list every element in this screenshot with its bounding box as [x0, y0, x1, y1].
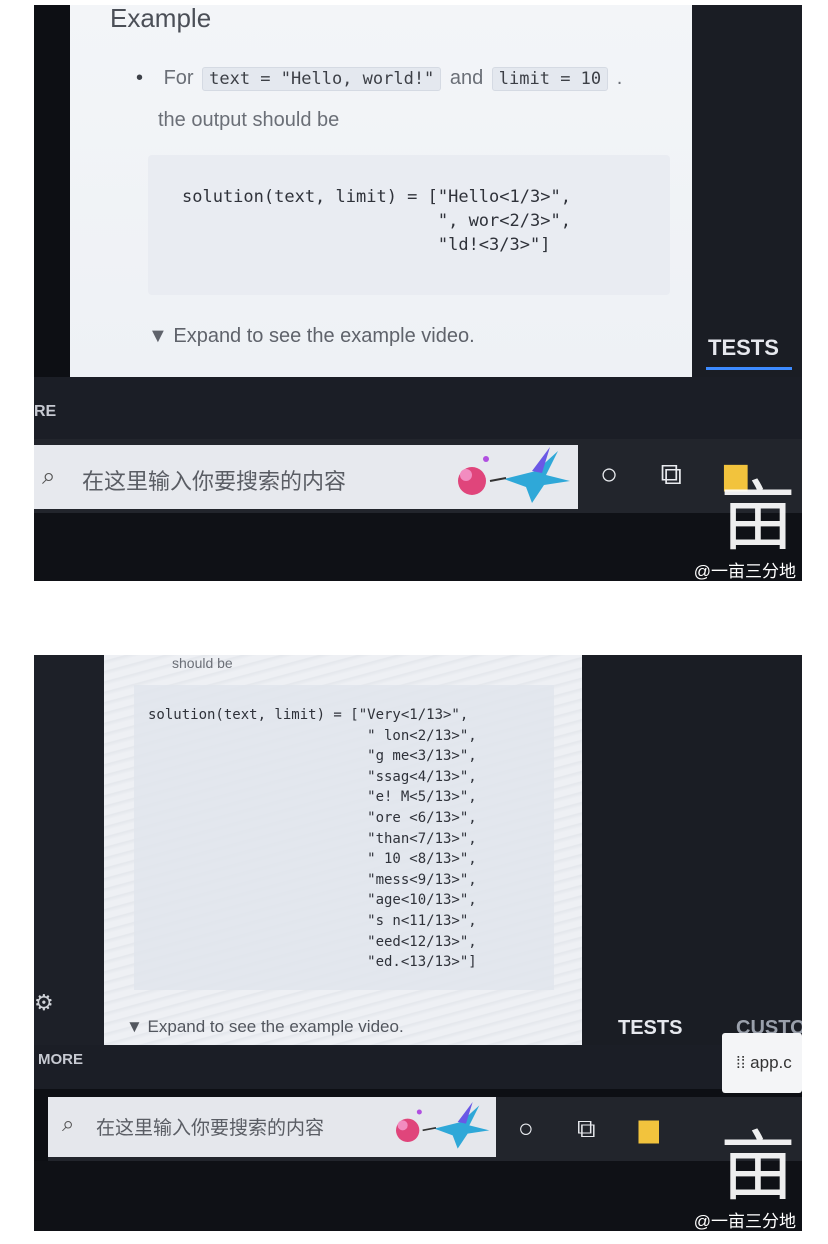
- search-placeholder: 在这里输入你要搜索的内容: [96, 1118, 325, 1139]
- tab-tests-underline: [706, 367, 792, 370]
- bullet-for: For: [163, 67, 194, 89]
- bottom-toolbar: [34, 1045, 802, 1089]
- app-tooltip-text: ⁞⁞ app.c: [736, 1053, 792, 1072]
- bullet-period: .: [616, 67, 623, 89]
- example-heading: Example: [110, 5, 212, 33]
- bottom-toolbar: [34, 377, 802, 439]
- bullet-continuation: the output should be: [158, 109, 340, 131]
- example-code-block: solution(text, limit) = ["Hello<1/3>", "…: [148, 155, 670, 295]
- search-icon: ⌕: [62, 1111, 75, 1136]
- expand-example-video-toggle[interactable]: ▼ Expand to see the example video.: [126, 1017, 404, 1037]
- app-tooltip: ⁞⁞ app.c: [722, 1033, 802, 1093]
- bottom-photo: ⚙ should be solution(text, limit) = ["Ve…: [34, 655, 802, 1231]
- top-photo: Example • For text = "Hello, world!" and…: [34, 5, 802, 581]
- monitor-bezel: [34, 1161, 802, 1231]
- more-button-fragment[interactable]: RE: [34, 403, 56, 421]
- hummingbird-illustration-icon: [458, 447, 570, 503]
- should-be-text: should be: [172, 655, 233, 671]
- bullet-and: and: [449, 67, 484, 89]
- limit-code-chip: limit = 10: [491, 67, 609, 91]
- gear-icon[interactable]: ⚙: [34, 990, 54, 1016]
- watermark: 亩 @一亩三分地: [693, 472, 796, 582]
- example-code-text: solution(text, limit) = ["Very<1/13>", "…: [148, 707, 477, 971]
- search-icon: ⌕: [42, 463, 56, 490]
- bullet-dot: •: [136, 67, 144, 89]
- right-pane: [582, 655, 802, 1045]
- task-view-icon[interactable]: ⧉: [577, 1113, 596, 1143]
- expand-example-video-toggle[interactable]: ▼ Expand to see the example video.: [148, 325, 475, 348]
- search-placeholder: 在这里输入你要搜索的内容: [82, 469, 347, 494]
- right-pane: [692, 5, 802, 377]
- hummingbird-illustration-icon: [396, 1102, 490, 1149]
- monitor-bezel: [34, 513, 802, 581]
- cortana-icon[interactable]: ○: [518, 1113, 534, 1143]
- taskbar-icons: ○ ⧉ ▆: [518, 1113, 659, 1145]
- problem-statement-panel: should be solution(text, limit) = ["Very…: [104, 655, 582, 1045]
- more-button[interactable]: MORE: [38, 1051, 83, 1068]
- tab-tests[interactable]: TESTS: [708, 335, 779, 361]
- tab-tests[interactable]: TESTS: [618, 1017, 682, 1040]
- watermark-handle: @一亩三分地: [693, 562, 796, 581]
- example-code-block: solution(text, limit) = ["Very<1/13>", "…: [134, 685, 554, 990]
- cortana-icon[interactable]: ○: [600, 458, 618, 491]
- example-code-text: solution(text, limit) = ["Hello<1/3>", "…: [182, 187, 571, 255]
- example-bullet: • For text = "Hello, world!" and limit =…: [136, 67, 622, 91]
- watermark: 亩 @一亩三分地: [693, 1122, 796, 1232]
- left-sidebar-strip: [34, 655, 104, 1045]
- watermark-glyph: 亩: [720, 1122, 796, 1211]
- watermark-handle: @一亩三分地: [693, 1212, 796, 1231]
- task-view-icon[interactable]: ⧉: [660, 458, 681, 491]
- problem-statement-panel: Example • For text = "Hello, world!" and…: [70, 5, 692, 377]
- file-explorer-icon[interactable]: ▆: [639, 1113, 659, 1143]
- watermark-glyph: 亩: [720, 472, 796, 561]
- text-code-chip: text = "Hello, world!": [202, 67, 442, 91]
